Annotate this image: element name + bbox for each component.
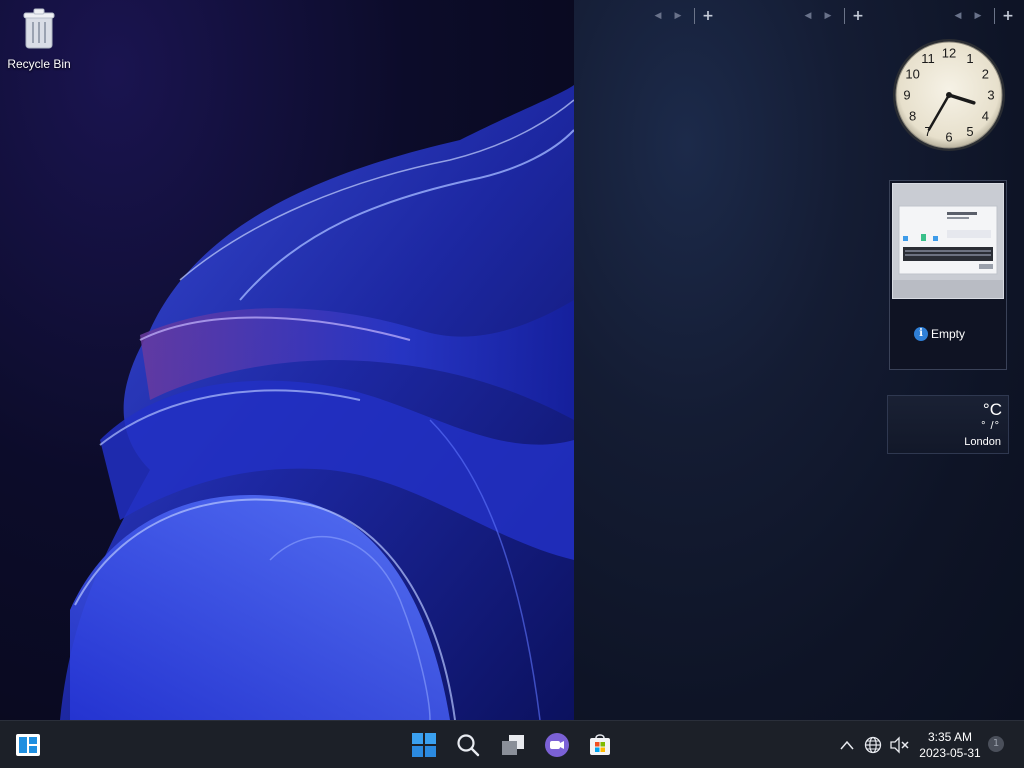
previous-arrow-icon[interactable]: ◀ bbox=[798, 11, 818, 21]
desktop-wallpaper bbox=[0, 0, 574, 720]
clock-numeral: 6 bbox=[945, 130, 952, 145]
network-globe-icon bbox=[864, 736, 882, 754]
desktop-icon-label: Recycle Bin bbox=[7, 57, 71, 71]
taskbar-time: 3:35 AM bbox=[927, 730, 973, 744]
clock-numeral: 9 bbox=[903, 88, 910, 103]
weather-range: ° /° bbox=[981, 420, 1000, 432]
divider bbox=[844, 8, 845, 24]
divider bbox=[694, 8, 695, 24]
clock-numeral: 5 bbox=[966, 124, 973, 139]
add-gadget-button[interactable]: + bbox=[851, 8, 865, 24]
next-arrow-icon[interactable]: ▶ bbox=[968, 11, 988, 21]
sidebar-controls-1: ◀ ▶ + bbox=[648, 6, 715, 26]
network-button[interactable] bbox=[860, 732, 886, 758]
info-icon: i bbox=[914, 327, 928, 341]
teams-chat-button[interactable] bbox=[541, 729, 573, 761]
store-button[interactable] bbox=[584, 729, 616, 761]
clock-numeral: 1 bbox=[966, 51, 973, 66]
slideshow-preview-image bbox=[892, 183, 1004, 299]
volume-button[interactable] bbox=[886, 732, 912, 758]
task-view-icon bbox=[502, 735, 524, 755]
clock-numeral: 12 bbox=[942, 46, 956, 61]
notification-badge[interactable]: 1 bbox=[988, 736, 1004, 752]
sidebar-controls-3: ◀ ▶ + bbox=[948, 6, 1015, 26]
taskbar-date: 2023-05-31 bbox=[919, 746, 981, 760]
search-button[interactable] bbox=[452, 729, 484, 761]
start-icon bbox=[412, 733, 436, 757]
weather-temperature: °C bbox=[982, 400, 1002, 419]
weather-city: London bbox=[964, 436, 1001, 448]
add-gadget-button[interactable]: + bbox=[701, 8, 715, 24]
clock-numeral: 10 bbox=[905, 67, 919, 82]
analog-clock-face: 12 1234567891011 bbox=[893, 39, 1005, 151]
weather-gadget[interactable]: °C ° /° London bbox=[887, 395, 1009, 454]
store-icon bbox=[590, 734, 610, 755]
next-arrow-icon[interactable]: ▶ bbox=[668, 11, 688, 21]
system-tray bbox=[834, 729, 912, 761]
recycle-bin-icon bbox=[23, 8, 55, 49]
speaker-muted-icon bbox=[890, 736, 909, 754]
search-icon bbox=[457, 734, 480, 757]
show-hidden-icons-button[interactable] bbox=[834, 732, 860, 758]
divider bbox=[994, 8, 995, 24]
slideshow-status: i Empty bbox=[914, 327, 965, 341]
clock-numeral: 11 bbox=[921, 51, 935, 66]
previous-arrow-icon[interactable]: ◀ bbox=[648, 11, 668, 21]
clock-numeral: 2 bbox=[982, 67, 989, 82]
previous-arrow-icon[interactable]: ◀ bbox=[948, 11, 968, 21]
widgets-icon bbox=[16, 734, 40, 756]
clock-gadget[interactable]: 12 1 2 3 4 5 6 7 8 9 10 11 bbox=[890, 36, 1008, 154]
taskbar: 3:35 AM 2023-05-31 bbox=[0, 720, 1024, 768]
slideshow-status-text: Empty bbox=[931, 327, 966, 341]
start-button[interactable] bbox=[408, 729, 440, 761]
taskbar-clock[interactable]: 3:35 AM 2023-05-31 bbox=[914, 729, 986, 761]
task-view-button[interactable] bbox=[497, 729, 529, 761]
next-arrow-icon[interactable]: ▶ bbox=[818, 11, 838, 21]
slideshow-gadget[interactable]: i Empty bbox=[889, 180, 1007, 370]
bloom-wallpaper-art bbox=[60, 85, 574, 720]
teams-chat-icon bbox=[545, 733, 569, 757]
clock-numeral: 3 bbox=[987, 88, 994, 103]
sidebar-controls-2: ◀ ▶ + bbox=[798, 6, 865, 26]
clock-numeral: 4 bbox=[982, 109, 989, 124]
desktop-icon-recycle-bin[interactable]: Recycle Bin bbox=[4, 8, 74, 71]
add-gadget-button[interactable]: + bbox=[1001, 8, 1015, 24]
widgets-button[interactable] bbox=[12, 729, 44, 761]
clock-numeral: 8 bbox=[909, 109, 916, 124]
preview-screenshot-thumbnail bbox=[893, 184, 1003, 298]
chevron-up-icon bbox=[840, 740, 854, 750]
